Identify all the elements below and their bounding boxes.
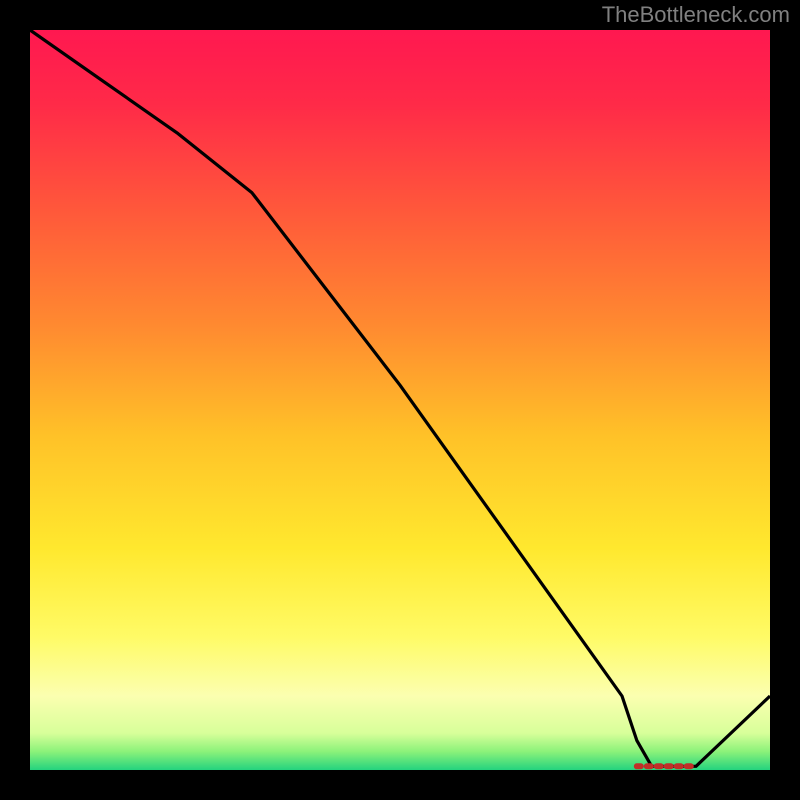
chart-frame (30, 30, 770, 770)
chart-background (30, 30, 770, 770)
watermark-text: TheBottleneck.com (602, 2, 790, 28)
chart-svg (30, 30, 770, 770)
